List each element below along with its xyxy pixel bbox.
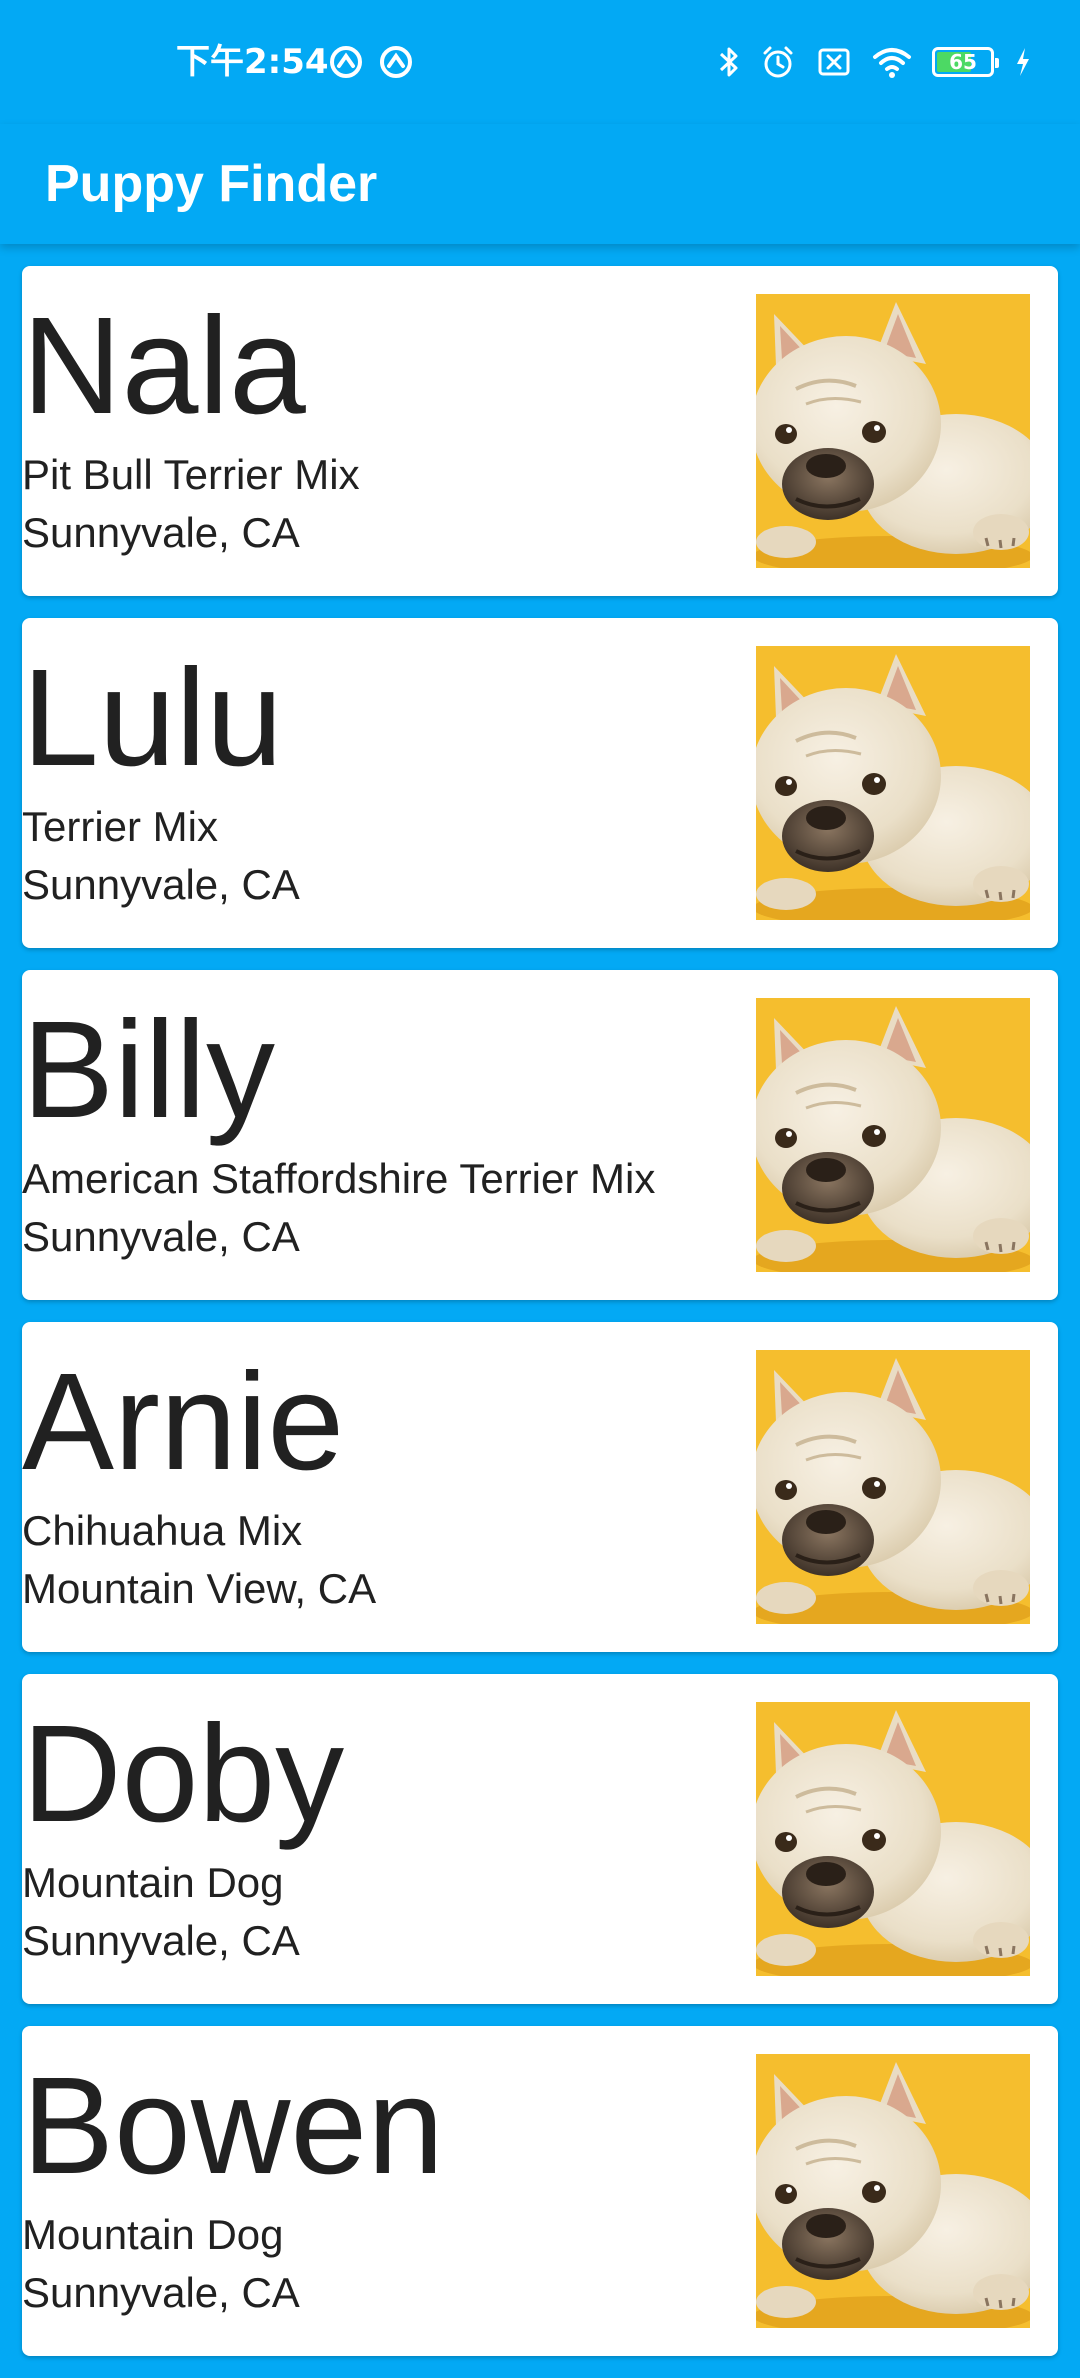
puppy-card[interactable]: Arnie Chihuahua Mix Mountain View, CA: [22, 1322, 1058, 1652]
puppy-name: Bowen: [22, 2049, 444, 2203]
puppy-location: Sunnyvale, CA: [22, 1213, 300, 1260]
puppy-photo: [756, 2054, 1030, 2328]
puppy-card[interactable]: Nala Pit Bull Terrier Mix Sunnyvale, CA: [22, 266, 1058, 596]
puppy-photo: [756, 1350, 1030, 1624]
puppy-location: Sunnyvale, CA: [22, 2269, 300, 2316]
puppy-list[interactable]: Nala Pit Bull Terrier Mix Sunnyvale, CA Lul…: [22, 266, 1058, 2378]
puppy-breed: Mountain Dog: [22, 1859, 284, 1906]
puppy-breed: Pit Bull Terrier Mix: [22, 451, 360, 498]
sync-icon: [378, 44, 414, 80]
battery-indicator: 65: [932, 47, 999, 77]
puppy-name: Arnie: [22, 1345, 345, 1499]
status-time: 下午2:54: [176, 42, 329, 82]
puppy-location: Sunnyvale, CA: [22, 861, 300, 908]
sync-icon: [328, 44, 364, 80]
status-right-icons: 65: [718, 40, 1032, 84]
puppy-card[interactable]: Doby Mountain Dog Sunnyvale, CA: [22, 1674, 1058, 2004]
puppy-name: Lulu: [22, 641, 283, 795]
puppy-photo: [756, 646, 1030, 920]
bluetooth-icon: [718, 44, 740, 80]
puppy-photo: [756, 998, 1030, 1272]
status-bar: 下午2:54 65: [0, 0, 1080, 124]
puppy-name: Doby: [22, 1697, 345, 1851]
puppy-breed: Mountain Dog: [22, 2211, 284, 2258]
battery-level: 65: [949, 50, 977, 74]
puppy-location: Sunnyvale, CA: [22, 509, 300, 556]
app-title: Puppy Finder: [45, 155, 378, 213]
wifi-icon: [872, 44, 912, 80]
puppy-photo: [756, 294, 1030, 568]
status-left-icons: [328, 44, 414, 80]
battery-cap: [995, 58, 999, 68]
puppy-breed: American Staffordshire Terrier Mix: [22, 1155, 656, 1202]
app-bar: Puppy Finder: [0, 124, 1080, 244]
puppy-card[interactable]: Bowen Mountain Dog Sunnyvale, CA: [22, 2026, 1058, 2356]
puppy-card[interactable]: Lulu Terrier Mix Sunnyvale, CA: [22, 618, 1058, 948]
alarm-icon: [760, 44, 796, 80]
puppy-name: Billy: [22, 993, 276, 1147]
puppy-card[interactable]: Billy American Staffordshire Terrier Mix S…: [22, 970, 1058, 1300]
puppy-breed: Chihuahua Mix: [22, 1507, 303, 1554]
sim-off-icon: [816, 44, 852, 80]
puppy-location: Mountain View, CA: [22, 1565, 377, 1612]
puppy-location: Sunnyvale, CA: [22, 1917, 300, 1964]
bolt-icon: [1014, 46, 1032, 78]
puppy-name: Nala: [22, 289, 306, 443]
puppy-photo: [756, 1702, 1030, 1976]
puppy-breed: Terrier Mix: [22, 803, 218, 850]
